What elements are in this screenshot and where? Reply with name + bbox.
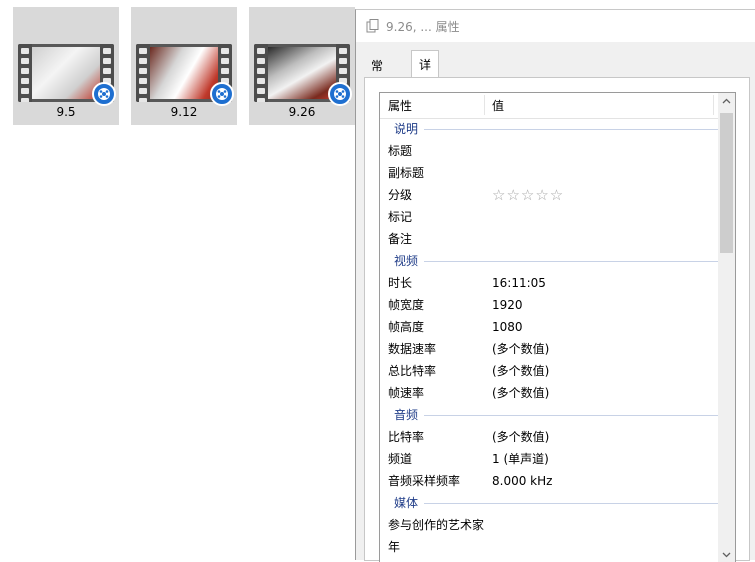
property-name: 备注 — [388, 232, 413, 246]
file-name-label: 9.12 — [170, 105, 198, 119]
property-row[interactable]: 帧速率 (多个数值) — [380, 382, 720, 404]
property-name: 分级 — [388, 188, 413, 202]
property-row[interactable]: 总比特率 (多个数值) — [380, 360, 720, 382]
copy-document-icon — [366, 19, 380, 33]
property-name: 帧高度 — [388, 320, 425, 334]
video-frame-preview — [150, 47, 218, 99]
details-tab-panel: 属性 值 说明 标题 副标题 分级 ☆☆☆☆☆ 标记 备注 视频 时长 16:1… — [364, 77, 750, 562]
file-name-label: 9.26 — [288, 105, 316, 119]
property-row[interactable]: 标题 — [380, 140, 720, 162]
group-label: 说明 — [394, 122, 419, 136]
film-strip-perforation — [18, 44, 32, 102]
property-row[interactable]: 参与创作的艺术家 — [380, 514, 720, 536]
chevron-up-icon[interactable] — [718, 93, 735, 110]
group-label: 音频 — [394, 408, 419, 422]
scrollbar-thumb[interactable] — [720, 113, 733, 253]
group-header-media: 媒体 — [380, 492, 720, 514]
column-divider[interactable] — [713, 95, 714, 115]
property-row[interactable]: 时长 16:11:05 — [380, 272, 720, 294]
video-frame-preview — [268, 47, 336, 99]
property-value: 16:11:05 — [492, 276, 546, 290]
property-name: 副标题 — [388, 166, 425, 180]
property-name: 数据速率 — [388, 342, 437, 356]
film-strip-perforation — [136, 44, 150, 102]
video-file-item[interactable]: 9.5 — [13, 7, 119, 125]
video-frame-preview — [32, 47, 100, 99]
property-name: 频道 — [388, 452, 413, 466]
dialog-title-bar[interactable]: 9.26, ... 属性 — [356, 10, 755, 42]
property-row[interactable]: 备注 — [380, 228, 720, 250]
property-value: 1080 — [492, 320, 523, 334]
property-name: 标记 — [388, 210, 413, 224]
property-name: 比特率 — [388, 430, 425, 444]
tab-general[interactable]: 常规 — [364, 54, 390, 97]
property-name: 参与创作的艺术家 — [388, 518, 485, 532]
tab-details[interactable]: 详细信息 — [411, 50, 440, 156]
property-row[interactable]: 标记 — [380, 206, 720, 228]
property-value: (多个数值) — [492, 386, 550, 400]
property-rows: 说明 标题 副标题 分级 ☆☆☆☆☆ 标记 备注 视频 时长 16:11:05 … — [380, 118, 720, 558]
group-header-audio: 音频 — [380, 404, 720, 426]
property-value: 1 (单声道) — [492, 452, 549, 466]
video-badge-icon — [328, 82, 352, 106]
group-divider — [424, 415, 720, 416]
property-row[interactable]: 音频采样频率 8.000 kHz — [380, 470, 720, 492]
group-header-video: 视频 — [380, 250, 720, 272]
properties-dialog: 9.26, ... 属性 常规 详细信息 属性 值 说明 标题 — [355, 9, 755, 562]
property-value: 1920 — [492, 298, 523, 312]
property-name: 标题 — [388, 144, 413, 158]
property-name: 总比特率 — [388, 364, 437, 378]
column-divider[interactable] — [484, 95, 485, 115]
rating-stars[interactable]: ☆☆☆☆☆ — [492, 184, 564, 206]
property-row[interactable]: 数据速率 (多个数值) — [380, 338, 720, 360]
film-strip-perforation — [254, 44, 268, 102]
group-divider — [424, 261, 720, 262]
file-name-label: 9.5 — [56, 105, 76, 119]
property-name: 年 — [388, 540, 401, 554]
group-label: 视频 — [394, 254, 419, 268]
group-divider — [424, 129, 720, 130]
column-header-property[interactable]: 属性 — [388, 97, 412, 114]
property-row[interactable]: 帧高度 1080 — [380, 316, 720, 338]
property-row[interactable]: 分级 ☆☆☆☆☆ — [380, 184, 720, 206]
property-value: (多个数值) — [492, 342, 550, 356]
group-label: 媒体 — [394, 496, 419, 510]
property-row[interactable]: 副标题 — [380, 162, 720, 184]
video-badge-icon — [210, 82, 234, 106]
column-header-value[interactable]: 值 — [492, 97, 504, 114]
dialog-title: 9.26, ... 属性 — [386, 20, 460, 34]
video-file-item[interactable]: 9.12 — [131, 7, 237, 125]
property-row[interactable]: 年 — [380, 536, 720, 558]
property-row[interactable]: 频道 1 (单声道) — [380, 448, 720, 470]
vertical-scrollbar[interactable] — [718, 93, 735, 562]
group-header-description: 说明 — [380, 118, 720, 140]
property-list[interactable]: 属性 值 说明 标题 副标题 分级 ☆☆☆☆☆ 标记 备注 视频 时长 16:1… — [379, 92, 736, 562]
property-list-header: 属性 值 — [380, 93, 720, 119]
property-row[interactable]: 比特率 (多个数值) — [380, 426, 720, 448]
property-row[interactable]: 帧宽度 1920 — [380, 294, 720, 316]
property-name: 帧速率 — [388, 386, 425, 400]
property-value: (多个数值) — [492, 430, 550, 444]
property-name: 时长 — [388, 276, 413, 290]
property-value: 8.000 kHz — [492, 474, 553, 488]
property-name: 音频采样频率 — [388, 474, 461, 488]
property-value: (多个数值) — [492, 364, 550, 378]
video-file-item[interactable]: 9.26 — [249, 7, 355, 125]
video-badge-icon — [92, 82, 116, 106]
group-divider — [424, 503, 720, 504]
property-name: 帧宽度 — [388, 298, 425, 312]
